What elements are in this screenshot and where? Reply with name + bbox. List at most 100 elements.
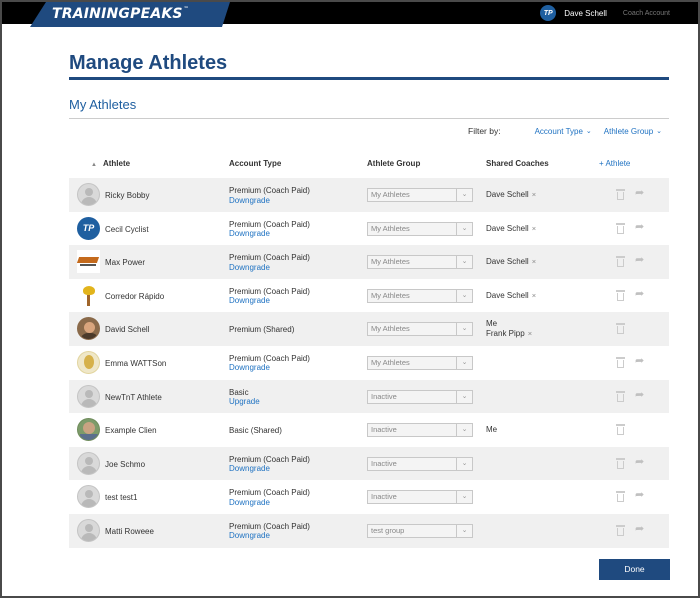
close-icon[interactable]: ×	[532, 224, 536, 233]
athlete-avatar[interactable]	[77, 183, 100, 206]
trash-icon[interactable]	[616, 256, 625, 268]
shared-coach-name: Dave Schell	[486, 223, 529, 233]
trash-icon[interactable]	[616, 289, 625, 301]
athlete-name[interactable]: David Schell	[105, 325, 149, 334]
add-athlete-button[interactable]: + Athlete	[599, 159, 630, 168]
account-type-text: Premium (Coach Paid)	[229, 454, 310, 464]
athlete-name[interactable]: NewTnT Athlete	[105, 393, 162, 402]
share-icon[interactable]: ➦	[635, 255, 644, 266]
athlete-avatar[interactable]	[77, 418, 100, 442]
downgrade-link[interactable]: Downgrade	[229, 296, 310, 306]
athlete-avatar[interactable]	[77, 518, 100, 542]
athlete-name[interactable]: Emma WATTSon	[105, 359, 166, 368]
account-type-text: Premium (Coach Paid)	[229, 353, 310, 363]
account-type-cell: Premium (Coach Paid) Downgrade	[229, 253, 310, 272]
sort-up-icon: ▲	[91, 162, 97, 168]
downgrade-link[interactable]: Downgrade	[229, 498, 310, 508]
trash-icon[interactable]	[616, 457, 625, 469]
column-athlete-group[interactable]: Athlete Group	[367, 159, 420, 168]
athlete-avatar[interactable]: TP	[77, 216, 100, 240]
athlete-group-select[interactable]: My Athletes ⌄	[367, 322, 473, 337]
athlete-avatar[interactable]	[77, 250, 100, 274]
athlete-name[interactable]: Example Clien	[105, 426, 157, 435]
shared-coach-name: Dave Schell	[486, 190, 529, 199]
athlete-group-select[interactable]: test group ⌄	[367, 523, 473, 538]
athlete-avatar[interactable]	[77, 283, 100, 307]
athlete-avatar[interactable]	[77, 317, 100, 341]
share-icon[interactable]: ➦	[635, 490, 644, 501]
table-row: Joe Schmo Premium (Coach Paid) Downgrade In…	[69, 446, 669, 481]
athlete-group-select[interactable]: My Athletes ⌄	[367, 288, 473, 303]
user-name-link[interactable]: Dave Schell	[564, 9, 607, 18]
athlete-name[interactable]: Joe Schmo	[105, 460, 145, 469]
account-type-text: Premium (Coach Paid)	[229, 253, 310, 263]
trash-icon[interactable]	[616, 222, 625, 234]
athlete-group-select[interactable]: My Athletes ⌄	[367, 188, 473, 202]
athlete-name[interactable]: Corredor Rápido	[105, 292, 164, 301]
downgrade-link[interactable]: Downgrade	[229, 464, 310, 474]
athlete-group-select[interactable]: Inactive ⌄	[367, 456, 473, 471]
upgrade-link[interactable]: Upgrade	[229, 397, 260, 407]
chevron-down-icon: ⌄	[456, 189, 472, 201]
athlete-avatar[interactable]	[77, 384, 100, 408]
share-icon[interactable]: ➦	[635, 355, 644, 367]
share-icon[interactable]: ➦	[635, 523, 644, 535]
user-avatar[interactable]: TP	[540, 5, 557, 21]
close-icon[interactable]: ×	[532, 257, 536, 266]
downgrade-link[interactable]: Downgrade	[229, 263, 310, 273]
close-icon[interactable]: ×	[528, 329, 532, 338]
chevron-down-icon: ⌄	[456, 256, 472, 269]
column-athlete[interactable]: ▲ Athlete	[91, 159, 130, 168]
athlete-group-select[interactable]: Inactive ⌄	[367, 490, 473, 505]
athlete-avatar[interactable]	[77, 485, 100, 509]
account-type-cell: Premium (Coach Paid) Downgrade	[229, 488, 310, 507]
athlete-group-select[interactable]: My Athletes ⌄	[367, 355, 473, 370]
athlete-name[interactable]: Matti Roweee	[105, 527, 154, 536]
trash-icon[interactable]	[616, 524, 625, 536]
account-type-filter[interactable]: Account Type ⌄	[535, 127, 592, 136]
shared-coaches-cell: Dave Schell ×	[486, 224, 536, 234]
share-icon[interactable]: ➦	[635, 188, 644, 199]
section-divider	[69, 118, 669, 119]
athlete-avatar[interactable]	[77, 451, 100, 475]
trash-icon[interactable]	[616, 390, 625, 402]
athlete-name[interactable]: test test1	[105, 493, 137, 502]
logo[interactable]: TRAININGPEAKS™	[30, 2, 230, 27]
share-icon[interactable]: ➦	[635, 221, 644, 233]
account-type-cell: Premium (Coach Paid) Downgrade	[229, 186, 310, 205]
shared-coaches-cell: Dave Schell ×	[486, 257, 536, 267]
table-row: Corredor Rápido Premium (Coach Paid) Downg…	[69, 279, 669, 313]
athlete-name[interactable]: Ricky Bobby	[105, 191, 149, 200]
column-account-type[interactable]: Account Type	[229, 159, 281, 168]
coach-account-link[interactable]: Coach Account	[623, 10, 670, 17]
downgrade-link[interactable]: Downgrade	[229, 531, 310, 541]
close-icon[interactable]: ×	[532, 291, 536, 300]
downgrade-link[interactable]: Downgrade	[229, 363, 310, 373]
shared-coach-name: Me	[486, 319, 498, 329]
done-button[interactable]: Done	[599, 559, 670, 580]
athlete-avatar[interactable]	[77, 350, 100, 374]
account-type-cell: Premium (Coach Paid) Downgrade	[229, 354, 310, 373]
share-icon[interactable]: ➦	[635, 288, 644, 300]
athlete-group-filter[interactable]: Athlete Group ⌄	[604, 127, 662, 136]
trash-icon[interactable]	[616, 424, 625, 436]
close-icon[interactable]: ×	[532, 190, 536, 199]
trash-icon[interactable]	[616, 189, 625, 200]
athlete-group-value: My Athletes	[371, 357, 410, 367]
trash-icon[interactable]	[616, 491, 625, 503]
trash-icon[interactable]	[616, 356, 625, 368]
athlete-group-select[interactable]: My Athletes ⌄	[367, 221, 473, 236]
table-row: NewTnT Athlete Basic Upgrade Inactive ⌄ ➦	[69, 379, 669, 414]
share-icon[interactable]: ➦	[635, 389, 644, 401]
chevron-down-icon: ⌄	[656, 128, 663, 135]
share-icon[interactable]: ➦	[635, 456, 644, 468]
athlete-name[interactable]: Cecil Cyclist	[105, 225, 149, 234]
athlete-name[interactable]: Max Power	[105, 258, 145, 267]
trash-icon[interactable]	[616, 323, 625, 335]
athlete-group-select[interactable]: Inactive ⌄	[367, 389, 473, 404]
downgrade-link[interactable]: Downgrade	[229, 196, 310, 206]
column-shared-coaches[interactable]: Shared Coaches	[486, 159, 549, 168]
athlete-group-select[interactable]: Inactive ⌄	[367, 423, 473, 438]
athlete-group-select[interactable]: My Athletes ⌄	[367, 255, 473, 270]
downgrade-link[interactable]: Downgrade	[229, 229, 310, 239]
